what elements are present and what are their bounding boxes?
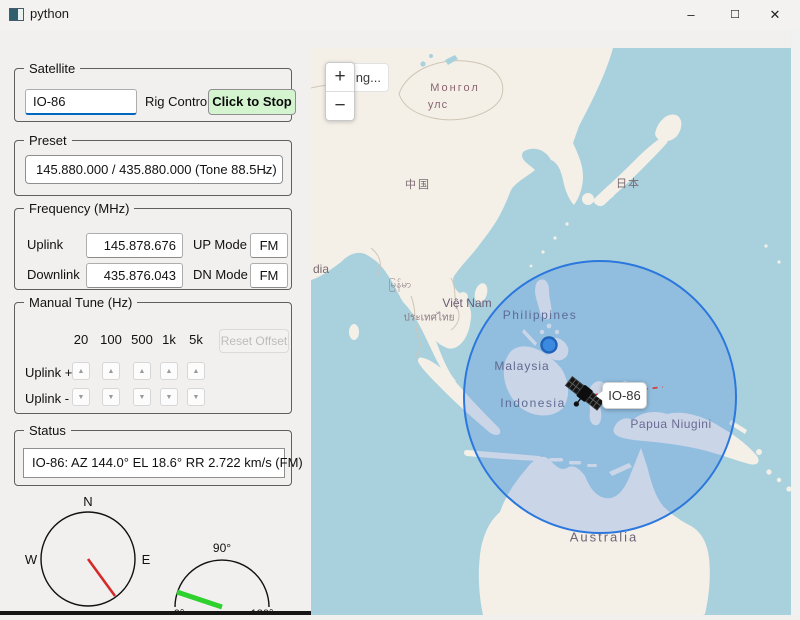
elevation-max-label: 90°: [213, 541, 231, 555]
uplink-plus-label: Uplink +: [25, 365, 72, 380]
down-arrow-icon: ▼: [139, 394, 146, 401]
window-right-margin: [791, 30, 800, 615]
satellite-group-label: Satellite: [24, 61, 80, 76]
window-title: python: [30, 6, 69, 21]
uplink-minus-100-button[interactable]: ▼: [102, 388, 120, 406]
zoom-out-button[interactable]: −: [326, 92, 354, 121]
ground-station-marker: [542, 338, 557, 353]
satellite-tooltip: IO-86: [602, 382, 647, 409]
up-arrow-icon: ▲: [166, 368, 173, 375]
uplink-plus-1k-button[interactable]: ▲: [160, 362, 178, 380]
compass-west-label: W: [25, 552, 38, 567]
up-arrow-icon: ▲: [78, 368, 85, 375]
step-label-100: 100: [94, 332, 128, 347]
up-mode-input[interactable]: FM: [250, 233, 288, 258]
land-japan-kyushu: [582, 193, 594, 205]
minimize-button[interactable]: –: [674, 0, 708, 30]
preset-selected-value: 145.880.000 / 435.880.000 (Tone 88.5Hz): [36, 162, 277, 177]
close-button[interactable]: ✕: [758, 0, 792, 30]
reset-offset-button[interactable]: Reset Offset: [219, 329, 289, 353]
azimuth-needle: [88, 559, 115, 596]
zoom-in-button[interactable]: +: [326, 63, 354, 92]
up-arrow-icon: ▲: [108, 368, 115, 375]
land-island: [565, 222, 568, 225]
status-group: Status IO-86: AZ 144.0° EL 18.6° RR 2.72…: [14, 430, 292, 486]
app-icon: [9, 8, 24, 21]
down-arrow-icon: ▼: [193, 394, 200, 401]
down-arrow-icon: ▼: [78, 394, 85, 401]
land-sri-lanka: [349, 324, 359, 340]
map-zoom-control: + −: [325, 62, 355, 121]
land-island: [777, 260, 780, 263]
chevron-down-icon: ⌄: [261, 156, 272, 183]
uplink-frequency-input[interactable]: 145.878.676: [86, 233, 183, 258]
land-island: [530, 265, 533, 268]
up-mode-label: UP Mode: [193, 237, 247, 252]
manual-tune-group-label: Manual Tune (Hz): [24, 295, 137, 310]
lake: [420, 61, 425, 66]
step-label-5k: 5k: [179, 332, 213, 347]
uplink-minus-20-button[interactable]: ▼: [72, 388, 90, 406]
land-island: [756, 449, 762, 455]
step-label-20: 20: [64, 332, 98, 347]
uplink-plus-20-button[interactable]: ▲: [72, 362, 90, 380]
dn-mode-label: DN Mode: [193, 267, 248, 282]
map-canvas[interactable]: [311, 48, 791, 615]
preset-group: Preset 145.880.000 / 435.880.000 (Tone 8…: [14, 140, 292, 196]
downlink-label: Downlink: [27, 267, 80, 282]
titlebar[interactable]: python – ☐ ✕: [0, 0, 800, 30]
up-arrow-icon: ▲: [193, 368, 200, 375]
window-bottom-edge: [0, 611, 311, 615]
land-island: [764, 244, 767, 247]
rig-control-label: Rig Control: [145, 94, 210, 109]
maximize-button[interactable]: ☐: [718, 0, 752, 30]
land-island: [553, 236, 556, 239]
preset-group-label: Preset: [24, 133, 72, 148]
frequency-group-label: Frequency (MHz): [24, 201, 134, 216]
status-message: IO-86: AZ 144.0° EL 18.6° RR 2.722 km/s …: [23, 448, 285, 478]
land-island: [766, 469, 771, 474]
compass-north-label: N: [83, 494, 92, 509]
land-island: [777, 478, 781, 482]
manual-tune-group: Manual Tune (Hz) 20 100 500 1k 5k Reset …: [14, 302, 292, 414]
uplink-label: Uplink: [27, 237, 63, 252]
python-window: python – ☐ ✕ Satellite IO-86 Rig Control…: [0, 0, 800, 615]
land-hainan: [458, 292, 468, 302]
down-arrow-icon: ▼: [108, 394, 115, 401]
uplink-minus-5k-button[interactable]: ▼: [187, 388, 205, 406]
land-japan-shikoku: [600, 192, 614, 199]
uplink-plus-5k-button[interactable]: ▲: [187, 362, 205, 380]
frequency-group: Frequency (MHz) Uplink 145.878.676 UP Mo…: [14, 208, 292, 290]
dn-mode-input[interactable]: FM: [250, 263, 288, 288]
up-arrow-icon: ▲: [139, 368, 146, 375]
gauges-canvas: N W E 90° 0° 180°: [0, 480, 311, 615]
satellite-group: Satellite IO-86 Rig Control Click to Sto…: [14, 68, 292, 122]
elevation-dial: [175, 560, 269, 607]
preset-combobox[interactable]: 145.880.000 / 435.880.000 (Tone 88.5Hz) …: [25, 155, 283, 184]
uplink-minus-1k-button[interactable]: ▼: [160, 388, 178, 406]
map-panel[interactable]: Монгол улс 中国 日本 dia မြန်မာ Việt Nam ประ…: [311, 48, 791, 615]
rig-control-toggle-button[interactable]: Click to Stop: [208, 89, 296, 115]
uplink-minus-label: Uplink -: [25, 391, 69, 406]
land-island: [541, 250, 544, 253]
compass-east-label: E: [142, 552, 151, 567]
uplink-minus-500-button[interactable]: ▼: [133, 388, 151, 406]
uplink-plus-100-button[interactable]: ▲: [102, 362, 120, 380]
downlink-frequency-input[interactable]: 435.876.043: [86, 263, 183, 288]
uplink-plus-500-button[interactable]: ▲: [133, 362, 151, 380]
lake: [429, 54, 433, 58]
down-arrow-icon: ▼: [166, 394, 173, 401]
satellite-name-input[interactable]: IO-86: [25, 89, 137, 115]
status-group-label: Status: [24, 423, 71, 438]
elevation-needle: [177, 592, 222, 607]
